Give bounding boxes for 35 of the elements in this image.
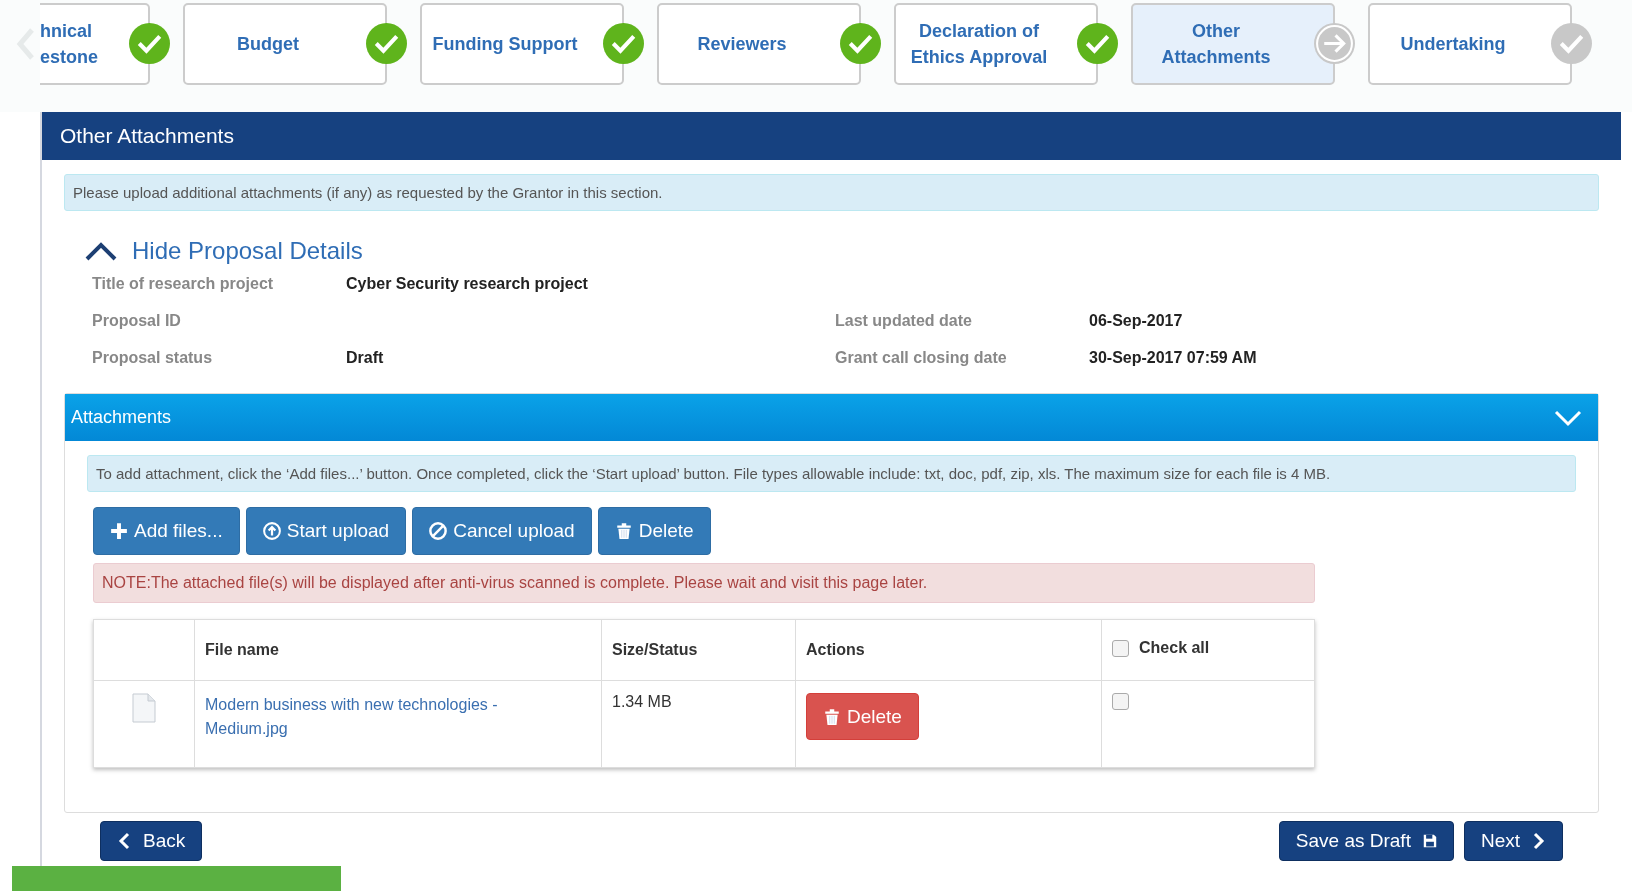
column-header: File name [194,619,602,681]
field-value: Cyber Security research project [346,275,589,293]
column-header: Actions [795,619,1102,681]
step-tab[interactable]: Reviewers [657,3,861,85]
section-title: Other Attachments [42,112,1621,160]
step-tab[interactable]: Budget [183,3,387,85]
field-label: Proposal ID [92,312,182,330]
field-value: 06-Sep-2017 [1089,312,1184,330]
field-value: 30-Sep-2017 07:59 AM [1089,349,1258,367]
toolbar-button[interactable]: Add files... [93,507,240,555]
details-toggle[interactable]: Hide Proposal Details [84,237,1599,265]
field-label: Last updated date [835,312,973,330]
field-label: Title of research project [92,275,275,293]
warning-alert: NOTE:The attached file(s) will be displayed after anti-virus scanned is complete. Please wait and visit this page later. [93,563,1315,603]
info-alert: Please upload additional attachments (if any) as requested by the Grantor in this section. [64,174,1599,211]
step-tab[interactable]: hnical estone [40,3,150,85]
field-label: Grant call closing date [835,349,1008,367]
back-button[interactable]: Back [100,821,203,861]
attachments-header[interactable]: Attachments [65,394,1598,441]
next-button[interactable]: Next [1463,821,1563,861]
info-alert: To add attachment, click the ‘Add files...’ button. Once completed, click the ‘Start upload’ button. File types allowable include: txt, doc, pdf, zip, xls. The maximum size for each file is 4 MB. [87,455,1576,492]
step-tab[interactable]: Other Attachments [1131,3,1335,85]
table-cell: 1.34 MB [601,680,796,768]
toolbar-button[interactable]: Start upload [245,507,407,555]
field-label: Proposal status [92,349,214,367]
delete-button[interactable]: Delete [806,693,919,740]
step-tab[interactable]: Undertaking [1368,3,1572,85]
step-tab[interactable]: Funding Support [420,3,624,85]
save-draft-button[interactable]: Save as Draft [1278,821,1454,861]
toolbar-button[interactable]: Delete [597,507,711,555]
field-value: Draft [346,349,385,367]
step-tab[interactable]: Declaration of Ethics Approval [894,3,1098,85]
check-all-label: Check all [1139,639,1210,658]
column-header: Size/Status [601,619,796,681]
toolbar-button[interactable]: Cancel upload [412,507,592,555]
